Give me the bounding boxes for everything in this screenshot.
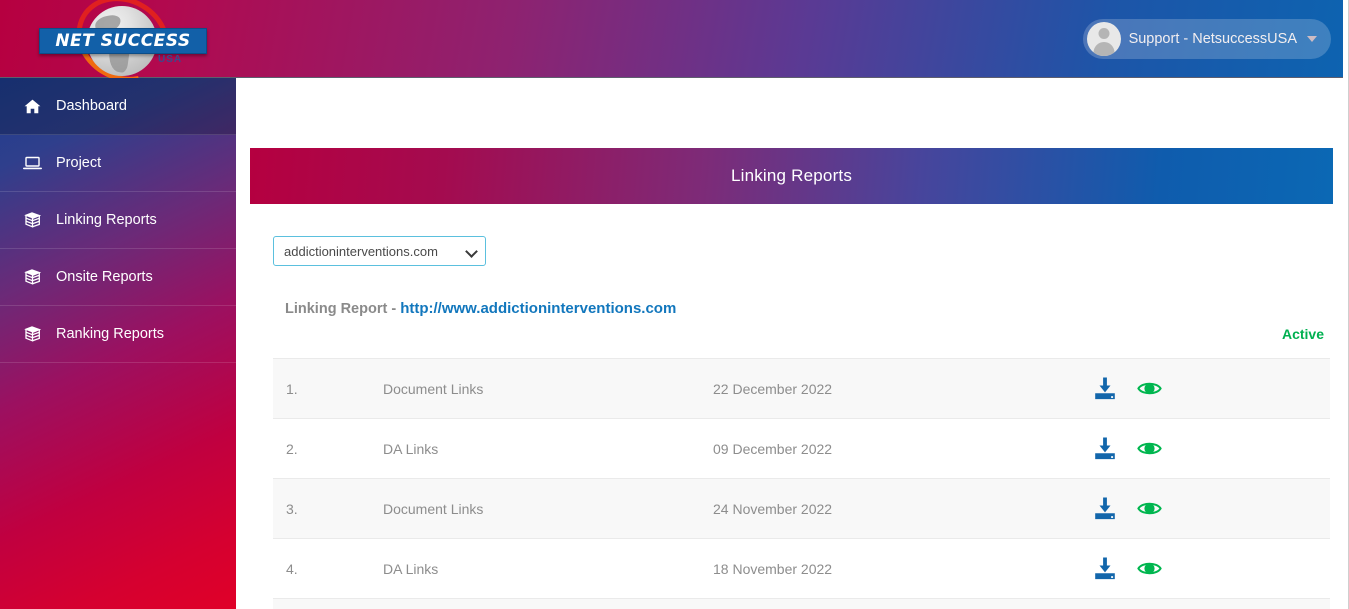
row-date: 09 December 2022 (713, 440, 833, 457)
sidebar-item-label: Dashboard (56, 98, 127, 114)
report-url-link[interactable]: http://www.addictioninterventions.com (400, 300, 676, 317)
user-menu[interactable]: Support - NetsuccessUSA (1082, 19, 1331, 59)
row-actions (1093, 557, 1162, 580)
card-header: Linking Reports (250, 148, 1333, 204)
status-badge: Active (1281, 326, 1324, 342)
download-icon[interactable] (1093, 497, 1117, 520)
book-icon (22, 269, 42, 285)
logo-subtext: USA (158, 54, 183, 65)
user-name-label: Support - NetsuccessUSA (1128, 31, 1297, 47)
row-actions (1093, 437, 1162, 460)
table-row[interactable]: 4. DA Links 18 November 2022 (273, 538, 1330, 598)
sidebar-item-label: Ranking Reports (56, 326, 164, 342)
chevron-down-icon[interactable] (1307, 36, 1317, 42)
main-content: Linking Reports addictioninterventions.c… (236, 78, 1343, 609)
row-index: 4. (286, 560, 298, 577)
site-select-row: addictioninterventions.com (273, 236, 486, 266)
site-select-wrapper: addictioninterventions.com (273, 236, 486, 266)
app-root: NET SUCCESS USA Support - NetsuccessUSA … (0, 0, 1349, 609)
row-actions (1093, 497, 1162, 520)
table-row[interactable]: 2. DA Links 09 December 2022 (273, 418, 1330, 478)
download-icon[interactable] (1093, 557, 1117, 580)
logo-banner: NET SUCCESS (39, 28, 207, 54)
eye-icon[interactable] (1137, 500, 1162, 517)
brand-logo[interactable]: NET SUCCESS USA (25, 0, 220, 99)
page-title: Linking Reports (730, 166, 853, 185)
row-index: 3. (286, 500, 298, 517)
row-date: 24 November 2022 (713, 500, 833, 517)
row-actions (1093, 377, 1162, 400)
eye-icon[interactable] (1137, 440, 1162, 457)
book-icon (22, 326, 42, 342)
book-icon (22, 212, 42, 228)
eye-icon[interactable] (1137, 380, 1162, 397)
row-index: 1. (286, 380, 298, 397)
sidebar-item-label: Project (56, 155, 102, 171)
report-subtitle: Linking Report - http://www.addictionint… (285, 300, 676, 317)
row-date: 18 November 2022 (713, 560, 833, 577)
table-row[interactable]: 3. Document Links 24 November 2022 (273, 478, 1330, 538)
row-type: DA Links (383, 440, 439, 457)
home-icon (22, 99, 42, 114)
top-header-bar: NET SUCCESS USA Support - NetsuccessUSA (0, 0, 1343, 99)
reports-table: 1. Document Links 22 December 2022 2. DA… (273, 358, 1330, 609)
eye-icon[interactable] (1137, 560, 1162, 577)
sidebar-item-label: Onsite Reports (56, 269, 153, 285)
row-index: 2. (286, 440, 298, 457)
row-type: Document Links (383, 500, 484, 517)
avatar (1086, 22, 1121, 56)
sidebar-item-ranking-reports[interactable]: Ranking Reports (0, 306, 236, 363)
sidebar-item-project[interactable]: Project (0, 135, 236, 192)
logo-text: NET SUCCESS (55, 31, 191, 51)
row-date: 22 December 2022 (713, 380, 833, 397)
laptop-icon (22, 156, 42, 170)
sidebar-item-onsite-reports[interactable]: Onsite Reports (0, 249, 236, 306)
table-row[interactable] (273, 598, 1330, 609)
download-icon[interactable] (1093, 377, 1117, 400)
row-type: Document Links (383, 380, 484, 397)
site-select[interactable]: addictioninterventions.com (273, 236, 486, 266)
report-subtitle-label: Linking Report - (285, 301, 401, 317)
row-type: DA Links (383, 560, 439, 577)
linking-reports-card: Linking Reports (250, 148, 1333, 204)
sidebar-item-dashboard[interactable]: Dashboard (0, 78, 236, 135)
sidebar-nav: Dashboard Project Linking Reports Onsite… (0, 78, 236, 609)
table-row[interactable]: 1. Document Links 22 December 2022 (273, 358, 1330, 418)
sidebar-item-linking-reports[interactable]: Linking Reports (0, 192, 236, 249)
download-icon[interactable] (1093, 437, 1117, 460)
sidebar-item-label: Linking Reports (56, 212, 157, 228)
